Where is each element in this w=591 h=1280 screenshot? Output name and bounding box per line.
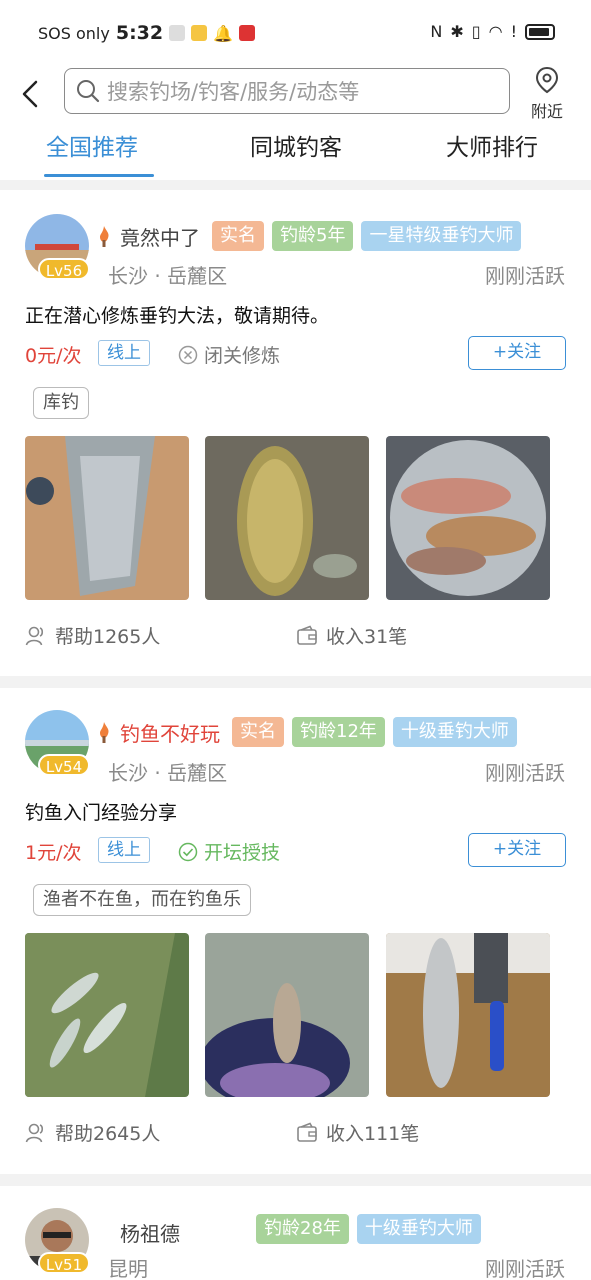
username[interactable]: 竟然中了 [120,222,200,251]
search-placeholder: 搜索钓场/钓客/服务/动态等 [107,80,360,104]
master-rank-tag: 十级垂钓大师 [356,1214,481,1244]
username[interactable]: 钓鱼不好玩 [120,718,220,747]
username[interactable]: 杨祖德 [120,1218,180,1247]
location-pin-icon [535,66,559,94]
wifi-icon: ◠ [488,22,503,41]
nearby-button[interactable]: 附近 [522,66,572,122]
income-count: 收入111笔 [296,1119,419,1146]
app-notification-icon [191,25,208,41]
tab-bar: 全国推荐 同城钓客 大师排行 [0,128,591,178]
divider [0,1174,591,1186]
carrier-text: SOS only [38,23,110,43]
follow-button[interactable]: +关注 [468,336,566,370]
close-circle-icon [178,345,198,364]
wallet-icon [297,1122,317,1142]
price-text: 0元/次 [25,345,82,367]
location-text: 长沙 · 岳麓区 [108,761,228,785]
divider [0,180,591,190]
user-icon [25,626,44,645]
income-count: 收入31笔 [296,622,407,649]
master-rank-tag: 十级垂钓大师 [392,717,517,747]
topic-tag[interactable]: 渔者不在鱼，而在钓鱼乐 [33,884,251,916]
level-badge: Lv51 [38,1252,90,1274]
clock: 5:32 [115,22,164,44]
master-rank-tag: 一星特级垂钓大师 [361,221,522,251]
active-status: 刚刚活跃 [485,761,565,785]
chevron-left-icon [22,80,38,108]
app-badge-icon [239,25,256,41]
fishing-age-tag: 钓龄5年 [272,221,354,251]
check-circle-icon [178,842,198,861]
nfc-icon: N [430,22,443,41]
search-input[interactable]: 搜索钓场/钓客/服务/动态等 [64,68,510,114]
status-bar: SOS only 5:32 🔔 N ✱ ▯ ◠ ! [0,0,591,64]
active-status: 刚刚活跃 [485,264,565,288]
active-status: 刚刚活跃 [485,1257,565,1280]
intro-text: 钓鱼入门经验分享 [25,802,178,824]
divider [0,676,591,688]
catch-photo[interactable] [25,933,189,1097]
notification-icon [169,25,186,41]
topic-tag[interactable]: 库钓 [33,387,89,419]
vibrate-icon: ▯ [471,22,481,41]
bluetooth-icon: ✱ [450,22,464,41]
alert-icon: ! [510,22,517,41]
service-status-label: 开坛授技 [204,842,281,864]
tab-indicator [44,174,154,177]
search-icon [77,80,100,103]
catch-photo[interactable] [386,436,550,600]
angler-card[interactable]: Lv51 杨祖德 钓龄28年 十级垂钓大师 昆明 刚刚活跃 [0,1186,591,1280]
fishing-age-tag: 钓龄12年 [292,717,385,747]
service-status: 闭关修炼 [178,341,280,368]
angler-card[interactable]: Lv56 竟然中了 实名 钓龄5年 一星特级垂钓大师 长沙 · 岳麓区 刚刚活跃… [0,190,591,676]
battery-icon [525,23,555,40]
tab-ranking[interactable]: 大师排行 [446,128,538,162]
catch-photo[interactable] [386,933,550,1097]
service-status-label: 闭关修炼 [204,345,281,367]
location-text: 长沙 · 岳麓区 [108,264,228,288]
catch-photo[interactable] [205,933,369,1097]
fishing-age-tag: 钓龄28年 [256,1214,349,1244]
catch-photo[interactable] [205,436,369,600]
level-badge: Lv54 [38,754,90,776]
user-icon [25,1123,44,1142]
follow-button[interactable]: +关注 [468,833,566,867]
real-name-tag: 实名 [212,221,264,251]
flame-icon [100,722,109,743]
help-count: 帮助2645人 [25,1119,160,1146]
wallet-icon [297,625,317,645]
mode-badge: 线上 [98,340,150,366]
catch-photo[interactable] [25,436,189,600]
angler-card[interactable]: Lv54 钓鱼不好玩 实名 钓龄12年 十级垂钓大师 长沙 · 岳麓区 刚刚活跃… [0,688,591,1174]
real-name-tag: 实名 [232,717,284,747]
intro-text: 正在潜心修炼垂钓大法，敬请期待。 [25,305,330,327]
help-count-label: 帮助2645人 [55,1123,161,1145]
income-count-label: 收入111笔 [326,1123,420,1145]
nearby-label: 附近 [530,102,563,121]
price-text: 1元/次 [25,842,82,864]
tab-local[interactable]: 同城钓客 [250,128,342,162]
level-badge: Lv56 [38,258,90,280]
help-count-label: 帮助1265人 [55,626,161,648]
tab-national[interactable]: 全国推荐 [46,128,138,162]
income-count-label: 收入31笔 [326,626,408,648]
help-count: 帮助1265人 [25,622,160,649]
mode-badge: 线上 [98,837,150,863]
location-text: 昆明 [108,1257,148,1280]
flame-icon [100,226,109,247]
back-button[interactable] [14,74,50,114]
service-status: 开坛授技 [178,838,280,865]
bell-icon: 🔔 [213,23,234,43]
